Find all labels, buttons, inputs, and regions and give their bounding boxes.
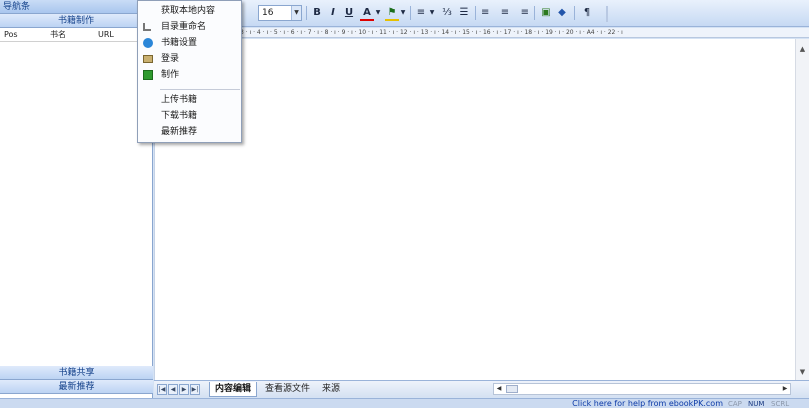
book-list-header: Pos 书名 URL [0,28,152,42]
status-bar: Click here for help from ebookPK.com CAP… [0,398,809,408]
menu-item-make[interactable]: 制作 [138,67,241,83]
menu-item-login[interactable]: 登录 [138,51,241,67]
nav-band-book-making[interactable]: 书籍制作 [0,14,152,28]
login-icon [143,55,153,63]
column-header-pos[interactable]: Pos [0,28,42,41]
ruler: 3 · ı · 4 · ı · 5 · ı · 6 · ı · 7 · ı · … [154,28,809,38]
column-header-bookname[interactable]: 书名 [42,28,94,41]
prev-tab-icon[interactable]: ◀ [168,384,178,395]
menu-item-label: 登录 [161,54,180,64]
italic-button[interactable]: I [326,5,340,21]
line-spacing-button[interactable]: ≡ [414,5,428,21]
ruler-scale: 3 · ı · 4 · ı · 5 · ı · 6 · ı · 7 · ı · … [240,29,623,36]
rename-icon [143,23,151,31]
highlight-dropdown[interactable]: ▼ [399,5,407,21]
make-icon [143,70,153,80]
scroll-up-icon[interactable]: ▲ [796,43,809,56]
vertical-scrollbar[interactable]: ▲ ▼ [795,39,809,380]
bullet-list-button[interactable]: ☰ [457,5,471,21]
menu-separator [160,89,240,90]
menu-item-label: 上传书籍 [161,95,198,105]
align-right-button[interactable]: ≡ [515,5,529,21]
format-toolbar: ▼ 16 ▼ B I U A ▼ ⚑ ▼ ≡ ▼ ⅓ ☰ ≡ ≡ ≡ ▣ ◆ ¶ [154,0,809,27]
paragraph-format-button[interactable]: ¶ [580,5,594,21]
book-list[interactable] [0,42,152,361]
editor-tab-bar: |◀ ◀ ▶ ▶| 内容编辑 查看源文件 来源 ◀ ▶ [154,380,809,397]
underline-button[interactable]: U [342,5,356,21]
align-left-button[interactable]: ≡ [481,5,495,21]
settings-icon [143,38,153,48]
last-tab-icon[interactable]: ▶| [190,384,200,395]
status-scrl: SCRL [771,400,790,408]
status-cap: CAP [728,400,742,408]
menu-item-book-settings[interactable]: 书籍设置 [138,35,241,51]
menu-item-label: 目录重命名 [161,22,207,32]
next-tab-icon[interactable]: ▶ [179,384,189,395]
menu-item-label: 获取本地内容 [161,6,216,16]
nav-band-latest-recommend[interactable]: 最新推荐 [0,380,153,394]
tab-source[interactable]: 来源 [317,382,345,397]
chevron-down-icon: ▼ [291,6,301,20]
tab-view-source[interactable]: 查看源文件 [260,382,315,397]
context-menu: 获取本地内容 目录重命名 书籍设置 登录 制作 上传书籍 下载书籍 最新推荐 [137,0,242,143]
status-num: NUM [748,400,765,408]
help-link[interactable]: Click here for help from ebookPK.com [572,399,723,408]
font-color-button[interactable]: A [360,5,374,21]
scroll-thumb[interactable] [506,385,518,393]
nav-title: 导航条 [0,0,152,14]
align-center-button[interactable]: ≡ [498,5,512,21]
navigation-pane: 导航条 书籍制作 Pos 书名 URL 书籍共享 最新推荐 [0,0,153,399]
tab-content-edit[interactable]: 内容编辑 [209,382,258,397]
numbered-list-button[interactable]: ⅓ [440,5,454,21]
highlight-button[interactable]: ⚑ [385,5,399,21]
horizontal-scrollbar[interactable]: ◀ ▶ [493,383,791,395]
line-spacing-dropdown[interactable]: ▼ [428,5,436,21]
menu-item-label: 制作 [161,70,180,80]
menu-item-latest-recommend[interactable]: 最新推荐 [138,124,241,140]
nav-band-book-sharing[interactable]: 书籍共享 [0,366,153,380]
font-size-value: 16 [262,8,274,18]
scroll-left-icon[interactable]: ◀ [494,384,504,394]
menu-item-rename-catalog[interactable]: 目录重命名 [138,19,241,35]
font-color-dropdown[interactable]: ▼ [374,5,382,21]
menu-item-label: 下载书籍 [161,111,198,121]
menu-item-download-book[interactable]: 下载书籍 [138,108,241,124]
menu-item-label: 最新推荐 [161,127,198,137]
menu-item-upload-book[interactable]: 上传书籍 [138,92,241,108]
bold-button[interactable]: B [310,5,324,21]
menu-item-get-local-content[interactable]: 获取本地内容 [138,3,241,19]
menu-item-label: 书籍设置 [161,38,198,48]
scroll-down-icon[interactable]: ▼ [796,366,809,379]
scroll-right-icon[interactable]: ▶ [780,384,790,394]
first-tab-icon[interactable]: |◀ [157,384,167,395]
font-size-combo[interactable]: 16 ▼ [258,5,302,21]
insert-image-button[interactable]: ▣ [539,5,553,21]
content-editor[interactable] [154,39,795,380]
insert-link-button[interactable]: ◆ [555,5,569,21]
